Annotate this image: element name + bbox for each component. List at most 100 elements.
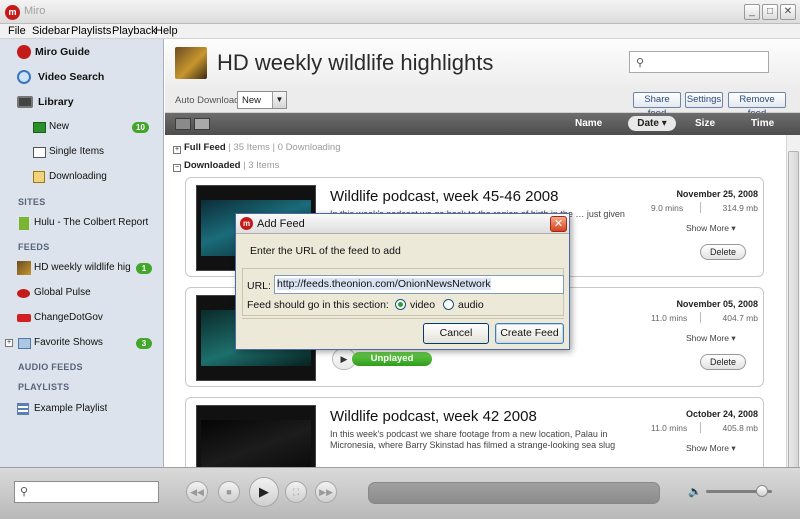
show-more-link[interactable]: Show More ▾ xyxy=(686,223,736,234)
playlist-icon xyxy=(17,403,29,415)
vertical-scrollbar[interactable] xyxy=(786,135,800,467)
cancel-button[interactable]: Cancel xyxy=(423,323,489,344)
delete-button[interactable]: Delete xyxy=(700,354,746,370)
folder-icon xyxy=(18,338,31,349)
miro-logo-icon xyxy=(17,45,31,59)
sidebar-item-library[interactable]: Library xyxy=(0,90,162,114)
item-duration: 9.0 mins xyxy=(651,203,684,213)
menu-bar: File Sidebar Playlists Playback Help xyxy=(0,24,800,39)
show-more-link[interactable]: Show More ▾ xyxy=(686,333,736,344)
sidebar-item-example-playlist[interactable]: Example Playlist xyxy=(0,397,162,421)
section-count: 35 Items xyxy=(233,142,270,153)
sidebar-item-label: Global Pulse xyxy=(34,287,91,298)
downloaded-section[interactable]: − Downloaded | 3 Items xyxy=(173,160,279,172)
previous-icon[interactable]: ◀◀ xyxy=(186,481,208,503)
collapse-icon[interactable]: − xyxy=(173,164,181,172)
url-input[interactable]: http://feeds.theonion.com/OnionNewsNetwo… xyxy=(274,275,564,294)
sidebar: Miro Guide Video Search Library New 10 S… xyxy=(0,39,164,467)
sidebar-item-downloading[interactable]: Downloading xyxy=(0,165,162,189)
menu-file[interactable]: File xyxy=(8,25,26,37)
dialog-close-icon[interactable]: ✕ xyxy=(550,216,567,232)
sidebar-item-label: Library xyxy=(38,96,74,108)
sidebar-item-miro-guide[interactable]: Miro Guide xyxy=(0,40,162,64)
show-more-link[interactable]: Show More ▾ xyxy=(686,443,736,454)
normal-view-toggle-icon[interactable] xyxy=(194,118,210,130)
search-icon xyxy=(17,70,31,84)
sidebar-item-label: Example Playlist xyxy=(34,403,108,414)
sidebar-item-label: Hulu - The Colbert Report xyxy=(34,217,149,228)
section-count: 3 Items xyxy=(248,160,280,171)
list-view-toggle-icon[interactable] xyxy=(175,118,191,130)
miro-logo-icon: m xyxy=(5,5,20,20)
delete-button[interactable]: Delete xyxy=(700,244,746,260)
new-video-icon xyxy=(33,122,46,133)
sidebar-item-global-pulse[interactable]: Global Pulse xyxy=(0,281,162,305)
stop-icon[interactable]: ■ xyxy=(218,481,240,503)
unplayed-badge: Unplayed xyxy=(352,352,432,366)
download-icon xyxy=(33,171,45,183)
maximize-button[interactable]: □ xyxy=(762,4,778,20)
video-radio-label[interactable]: video xyxy=(410,299,435,311)
feed-thumbnail-icon xyxy=(17,261,31,275)
sidebar-item-label: HD weekly wildlife highligh xyxy=(34,262,131,273)
single-item-icon xyxy=(33,147,46,158)
sidebar-item-label: ChangeDotGov xyxy=(34,312,103,323)
sidebar-item-video-search[interactable]: Video Search xyxy=(0,65,162,89)
feed-thumbnail xyxy=(175,47,207,79)
create-feed-button[interactable]: Create Feed xyxy=(495,323,564,344)
volume-slider-handle[interactable] xyxy=(756,485,769,497)
sidebar-item-new[interactable]: New 10 xyxy=(0,115,162,139)
menu-playlists[interactable]: Playlists xyxy=(71,25,111,37)
sidebar-item-label: Downloading xyxy=(49,171,107,182)
section-label: Feed should go in this section: xyxy=(247,299,389,311)
close-button[interactable]: ✕ xyxy=(780,4,796,20)
hulu-icon xyxy=(19,217,29,230)
expand-icon[interactable]: + xyxy=(173,146,181,154)
video-radio[interactable] xyxy=(395,299,406,310)
url-label: URL: xyxy=(247,280,271,292)
full-feed-section[interactable]: + Full Feed | 35 Items | 0 Downloading xyxy=(173,142,341,154)
share-feed-button[interactable]: Share feed xyxy=(633,92,681,119)
sidebar-item-favorite-shows[interactable]: + Favorite Shows 3 xyxy=(0,331,162,355)
audio-radio-label[interactable]: audio xyxy=(458,299,484,311)
sidebar-item-hulu[interactable]: Hulu - The Colbert Report xyxy=(0,211,162,235)
menu-playback[interactable]: Playback xyxy=(112,25,157,37)
global-pulse-icon xyxy=(17,289,30,298)
fullscreen-icon[interactable]: ⛶ xyxy=(285,481,307,503)
audio-radio[interactable] xyxy=(443,299,454,310)
item-size: 405.8 mb xyxy=(722,423,758,433)
play-icon[interactable]: ▶ xyxy=(249,477,279,507)
auto-download-select[interactable]: New ▼ xyxy=(237,91,287,109)
library-search-input[interactable]: ⚲ xyxy=(14,481,159,503)
sidebar-item-single-items[interactable]: Single Items xyxy=(0,140,162,164)
feeds-heading: FEEDS xyxy=(18,242,50,252)
list-item[interactable]: Wildlife podcast, week 42 2008 In this w… xyxy=(185,397,764,467)
minimize-button[interactable]: _ xyxy=(744,4,760,20)
url-value: http://feeds.theonion.com/OnionNewsNetwo… xyxy=(277,278,491,290)
sort-time[interactable]: Time xyxy=(751,118,774,129)
page-title: HD weekly wildlife highlights xyxy=(217,50,494,75)
feed-search-input[interactable]: ⚲ xyxy=(629,51,769,73)
next-icon[interactable]: ▶▶ xyxy=(315,481,337,503)
menu-help[interactable]: Help xyxy=(155,25,178,37)
sidebar-item-hd-wildlife[interactable]: HD weekly wildlife highligh 1 xyxy=(0,256,162,280)
remove-feed-button[interactable]: Remove feed xyxy=(728,92,786,119)
unwatched-count-badge: 3 xyxy=(136,338,152,349)
expand-icon[interactable]: + xyxy=(5,339,13,347)
youtube-icon xyxy=(17,314,31,322)
sort-size[interactable]: Size xyxy=(695,118,715,129)
sidebar-item-label: Miro Guide xyxy=(35,46,90,58)
auto-download-label: Auto Download xyxy=(175,95,240,106)
playback-progress-bar[interactable] xyxy=(368,482,660,504)
settings-button[interactable]: Settings xyxy=(685,92,723,108)
sort-bar: Name Date ▾ Size Time xyxy=(165,113,800,135)
auto-download-value: New xyxy=(242,95,262,106)
item-date: November 25, 2008 xyxy=(676,189,758,199)
add-feed-dialog: m Add Feed ✕ Enter the URL of the feed t… xyxy=(235,213,570,350)
sidebar-item-changedotgov[interactable]: ChangeDotGov xyxy=(0,306,162,330)
video-thumbnail[interactable] xyxy=(196,405,316,467)
feed-header: HD weekly wildlife highlights ⚲ xyxy=(165,39,800,87)
menu-sidebar[interactable]: Sidebar xyxy=(32,25,70,37)
sort-date[interactable]: Date ▾ xyxy=(628,116,676,131)
sort-name[interactable]: Name xyxy=(575,118,602,129)
